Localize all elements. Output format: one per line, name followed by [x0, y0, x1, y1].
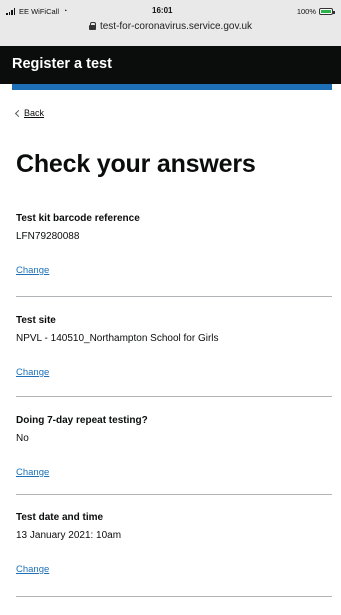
- service-name[interactable]: Register a test: [12, 56, 112, 72]
- page-title: Check your answers: [16, 150, 256, 178]
- change-repeat-testing-link[interactable]: Change: [16, 467, 49, 478]
- clock: 16:01: [152, 6, 173, 15]
- divider: [16, 596, 332, 597]
- summary-key: Test date and time: [16, 512, 104, 523]
- summary-key: Test site: [16, 315, 56, 326]
- lock-icon: [88, 22, 97, 30]
- divider: [16, 296, 332, 297]
- summary-row-test-date: Test date and time 13 January 2021: 10am…: [16, 511, 332, 575]
- header-accent-bar: [12, 84, 332, 90]
- wifi-icon: ◔: [63, 8, 68, 15]
- summary-key: Doing 7-day repeat testing?: [16, 415, 148, 426]
- url-text: test-for-coronavirus.service.gov.uk: [99, 20, 253, 32]
- summary-key: Test kit barcode reference: [16, 213, 140, 224]
- summary-value: LFN79280088: [16, 231, 80, 242]
- summary-value: NPVL - 140510_Northampton School for Gir…: [16, 333, 219, 344]
- divider: [16, 494, 332, 495]
- battery-icon: [319, 8, 335, 15]
- site-header: Register a test: [0, 46, 341, 84]
- summary-row-barcode: Test kit barcode reference LFN79280088 C…: [16, 212, 332, 276]
- signal-icon: [6, 8, 15, 15]
- divider: [16, 396, 332, 397]
- change-test-site-link[interactable]: Change: [16, 367, 49, 378]
- carrier-info: EE WiFiCall ◔: [6, 7, 67, 16]
- battery-status: 100%: [296, 7, 335, 16]
- back-link[interactable]: Back: [14, 108, 45, 118]
- carrier-label: EE WiFiCall: [19, 7, 60, 16]
- change-barcode-link[interactable]: Change: [16, 265, 49, 276]
- change-test-date-link[interactable]: Change: [16, 564, 49, 575]
- status-bar: EE WiFiCall ◔ 16:01 100%: [0, 6, 341, 18]
- browser-chrome: EE WiFiCall ◔ 16:01 100% test-for-corona…: [0, 0, 341, 46]
- summary-value: No: [16, 433, 29, 444]
- summary-row-repeat-testing: Doing 7-day repeat testing? No Change: [16, 414, 332, 478]
- address-bar[interactable]: test-for-coronavirus.service.gov.uk: [0, 18, 341, 34]
- summary-value: 13 January 2021: 10am: [16, 530, 122, 541]
- summary-row-test-site: Test site NPVL - 140510_Northampton Scho…: [16, 314, 332, 378]
- chevron-left-icon: [14, 109, 23, 117]
- battery-percent: 100%: [296, 7, 316, 16]
- back-link-label: Back: [24, 108, 45, 118]
